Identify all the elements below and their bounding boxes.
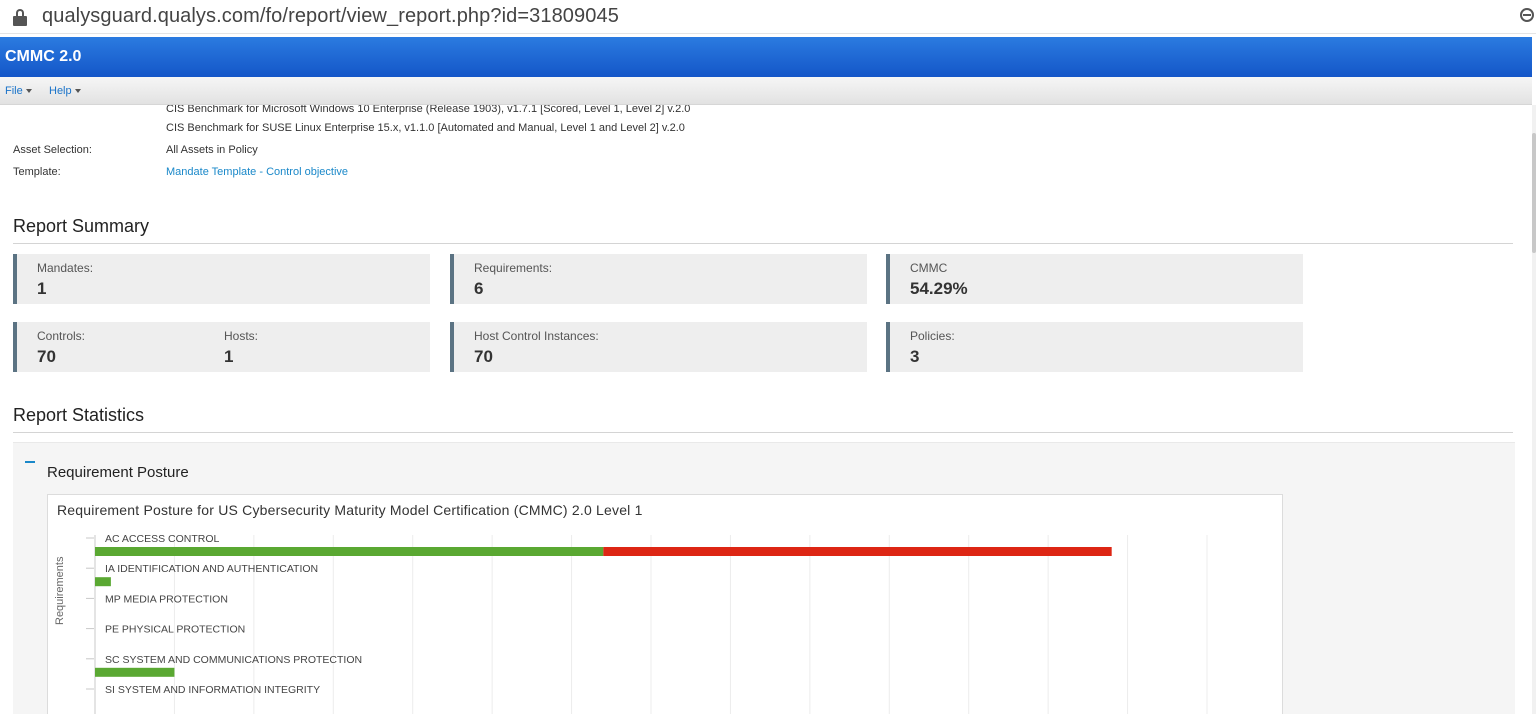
divider [13, 432, 1513, 433]
controls-label: Controls: [37, 329, 86, 343]
requirement-posture-panel: Requirement Posture Requirement Posture … [13, 442, 1515, 714]
bar-segment [95, 667, 175, 677]
scrollbar[interactable] [1532, 105, 1536, 714]
policies-card: Policies: 3 [886, 322, 1303, 372]
mandates-card: Mandates: 1 [13, 254, 430, 304]
app-header: CMMC 2.0 [0, 37, 1532, 77]
menu-bar: File Help [0, 77, 1532, 105]
file-menu-label: File [5, 85, 23, 97]
requirements-card: Requirements: 6 [450, 254, 867, 304]
cmmc-value: 54.29% [910, 279, 968, 298]
report-statistics-title: Report Statistics [13, 405, 145, 425]
category-label: SI SYSTEM AND INFORMATION INTEGRITY [105, 684, 320, 696]
requirement-posture-title: Requirement Posture [47, 464, 189, 481]
divider [13, 243, 1513, 244]
template-link[interactable]: Mandate Template - Control objective [166, 166, 348, 178]
host-control-instances-card: Host Control Instances: 70 [450, 322, 867, 372]
policies-label: Policies: [910, 329, 955, 343]
hci-label: Host Control Instances: [474, 329, 599, 343]
requirements-label: Requirements: [474, 261, 553, 275]
asset-selection-value: All Assets in Policy [166, 144, 258, 156]
benchmark-line: CIS Benchmark for SUSE Linux Enterprise … [166, 122, 685, 134]
controls-hosts-card: Controls: 70 Hosts: 1 [13, 322, 430, 372]
lock-icon [13, 9, 27, 26]
hosts-value: 1 [224, 347, 234, 366]
chevron-down-icon [74, 89, 81, 94]
hci-value: 70 [474, 347, 493, 366]
cmmc-card: CMMC 54.29% [886, 254, 1303, 304]
browser-address-bar[interactable]: qualysguard.qualys.com/fo/report/view_re… [0, 0, 1536, 34]
category-label: IA IDENTIFICATION AND AUTHENTICATION [105, 563, 318, 575]
help-menu-label: Help [49, 85, 72, 97]
report-summary-title: Report Summary [13, 216, 150, 236]
bar-segment [95, 577, 111, 587]
help-menu[interactable]: Help [49, 85, 81, 97]
zoom-out-icon[interactable] [1520, 6, 1536, 26]
policies-value: 3 [910, 347, 920, 366]
chevron-down-icon [25, 89, 32, 94]
mandates-value: 1 [37, 279, 47, 298]
controls-value: 70 [37, 347, 56, 366]
bar-segment [95, 547, 604, 556]
requirement-posture-chart: Requirement Posture for US Cybersecurity… [47, 494, 1283, 714]
category-label: AC ACCESS CONTROL [105, 533, 220, 545]
url-text[interactable]: qualysguard.qualys.com/fo/report/view_re… [42, 5, 619, 28]
chart-plot: AC ACCESS CONTROL IA IDENTIFICATION AND A… [86, 533, 1208, 714]
category-label: MP MEDIA PROTECTION [105, 593, 228, 605]
report-content[interactable]: CIS Benchmark for Microsoft Windows 10 E… [0, 98, 1532, 714]
mandates-label: Mandates: [37, 261, 94, 275]
requirements-value: 6 [474, 279, 484, 298]
category-label: PE PHYSICAL PROTECTION [105, 624, 245, 636]
category-label: SC SYSTEM AND COMMUNICATIONS PROTECTION [105, 654, 362, 666]
bar-segment [603, 547, 1112, 556]
cmmc-label: CMMC [910, 261, 948, 275]
template-label: Template: [13, 166, 61, 178]
scrollbar-thumb[interactable] [1532, 133, 1536, 253]
app-title: CMMC 2.0 [5, 48, 82, 65]
collapse-icon[interactable] [25, 461, 35, 463]
asset-selection-label: Asset Selection: [13, 144, 92, 156]
hosts-label: Hosts: [224, 329, 259, 343]
file-menu[interactable]: File [5, 85, 32, 97]
